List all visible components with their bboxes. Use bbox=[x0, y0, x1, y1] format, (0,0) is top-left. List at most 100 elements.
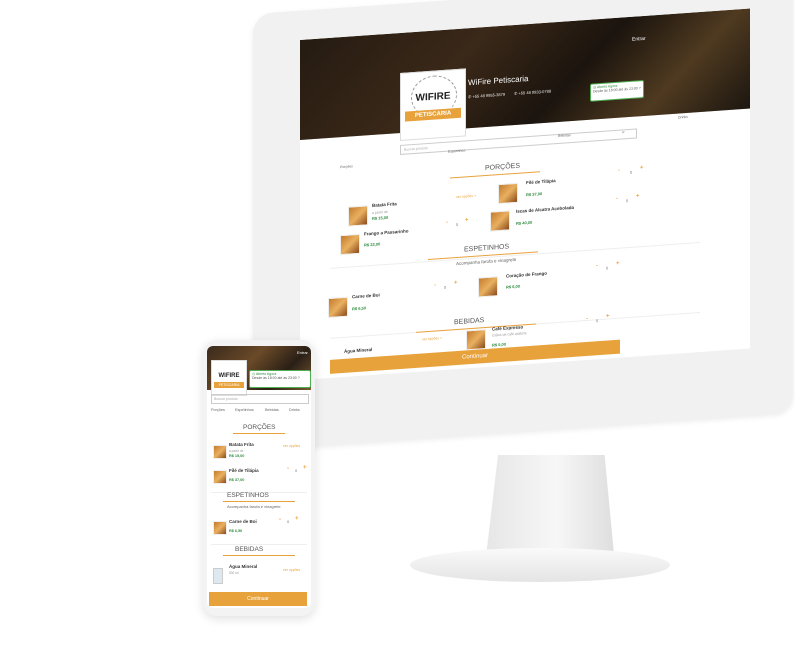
section-underline bbox=[223, 501, 295, 502]
opening-status: ◷ Aberto Agora Desde às 18:00 até às 23:… bbox=[590, 79, 644, 102]
batata-frita-image bbox=[213, 445, 227, 459]
see-options-link[interactable]: ver opções bbox=[283, 568, 300, 572]
iscas-image bbox=[490, 210, 510, 232]
item-name[interactable]: Filé de Tilápia bbox=[229, 468, 259, 473]
mobile-continue-button[interactable]: Continuar bbox=[209, 592, 307, 606]
agua-mineral-image bbox=[213, 568, 223, 584]
tab-espetinhos[interactable]: Espetinhos bbox=[448, 148, 465, 153]
minus-icon[interactable]: - bbox=[616, 196, 618, 202]
item-price: R$ 15,00 bbox=[229, 454, 245, 458]
tab-drinks[interactable]: Drinks bbox=[678, 115, 688, 120]
file-tilapia-image bbox=[498, 182, 518, 205]
item-name[interactable]: Água Mineral bbox=[344, 347, 372, 354]
mobile-section-title-porcoes: PORÇÕES bbox=[243, 424, 276, 431]
minus-icon[interactable]: - bbox=[287, 466, 289, 472]
tab-porcoes[interactable]: Porções bbox=[340, 164, 353, 169]
item-price: R$ 15,00 bbox=[372, 214, 389, 221]
section-underline bbox=[233, 433, 285, 434]
quantity-value: 0 bbox=[456, 221, 459, 228]
item-name[interactable]: Coração de Frango bbox=[506, 271, 547, 279]
batata-frita-image bbox=[348, 205, 368, 227]
plus-icon[interactable]: + bbox=[636, 193, 640, 199]
section-note: Acompanha farofa e vinagrete bbox=[227, 504, 281, 509]
item-name[interactable]: Iscas de Alcatra Acebolada bbox=[516, 205, 574, 214]
item-sub: Grãos de café arábica bbox=[492, 331, 527, 338]
quantity-value: 0 bbox=[287, 519, 290, 524]
item-name[interactable]: Batata Frita bbox=[229, 442, 254, 447]
tab-bebidas[interactable]: Bebidas bbox=[265, 408, 279, 412]
item-name[interactable]: Frango a Passarinho bbox=[364, 228, 409, 236]
minus-icon[interactable]: - bbox=[586, 316, 588, 322]
item-price: R$ 40,00 bbox=[516, 219, 533, 226]
opening-hours: Desde às 18:00 até às 23:00 ? bbox=[252, 376, 300, 380]
logo-ribbon: PETISCARIA bbox=[405, 107, 461, 122]
mobile-search-input[interactable]: Buscar produto bbox=[211, 394, 309, 404]
plus-icon[interactable]: + bbox=[640, 165, 644, 171]
plus-icon[interactable]: + bbox=[616, 261, 620, 267]
section-title-bebidas: BEBIDAS bbox=[454, 317, 485, 327]
login-link[interactable]: Entrar bbox=[632, 36, 646, 43]
item-price: R$ 6,50 bbox=[352, 305, 367, 312]
section-underline bbox=[223, 555, 295, 556]
plus-icon[interactable]: + bbox=[454, 280, 458, 286]
see-options-link[interactable]: ver opções > bbox=[456, 194, 476, 199]
carne-boi-image bbox=[213, 521, 227, 535]
logo-text: WIFIRE bbox=[218, 373, 240, 379]
quantity-value: 0 bbox=[630, 169, 633, 175]
section-divider bbox=[330, 242, 700, 269]
minus-icon[interactable]: - bbox=[279, 517, 281, 523]
item-price: R$ 22,00 bbox=[364, 241, 381, 248]
minus-icon[interactable]: - bbox=[446, 220, 448, 226]
carne-boi-image bbox=[328, 296, 348, 319]
mobile-opening-status: ◷ Aberto Agora Desde às 18:00 até às 23:… bbox=[249, 370, 311, 388]
restaurant-logo: WIFIRE PETISCARIA bbox=[400, 68, 466, 142]
item-name[interactable]: Carne de Boi bbox=[352, 292, 380, 299]
tab-drinks[interactable]: Drinks bbox=[289, 408, 300, 412]
plus-icon[interactable]: + bbox=[295, 516, 299, 522]
quantity-value: 0 bbox=[606, 265, 609, 271]
item-price: R$ 37,00 bbox=[526, 191, 543, 198]
section-underline bbox=[450, 171, 540, 179]
item-name[interactable]: Batata Frita bbox=[372, 201, 397, 208]
mobile-section-title-espetinhos: ESPETINHOS bbox=[227, 492, 269, 499]
quantity-value: 0 bbox=[626, 198, 629, 204]
item-sub: 500 ml bbox=[229, 571, 239, 575]
plus-icon[interactable]: + bbox=[606, 313, 610, 319]
item-name[interactable]: Carne de Boi bbox=[229, 519, 257, 524]
item-name[interactable]: Filé de Tilápia bbox=[526, 178, 556, 185]
logo-text: WIFIRE bbox=[415, 90, 451, 104]
minus-icon[interactable]: - bbox=[434, 282, 436, 288]
monitor-stand-base bbox=[410, 548, 670, 582]
mobile-section-title-bebidas: BEBIDAS bbox=[235, 546, 264, 553]
mobile-login-link[interactable]: Entrar bbox=[297, 350, 308, 355]
mobile-restaurant-logo: WIFIRE PETISCARIA bbox=[211, 360, 247, 396]
desktop-screen: Entrar WIFIRE PETISCARIA WiFire Petiscar… bbox=[300, 8, 750, 381]
tab-espetinhos[interactable]: Espetinhos bbox=[235, 408, 254, 412]
mobile-screen: Entrar WIFIRE PETISCARIA ◷ Aberto Agora … bbox=[207, 346, 311, 608]
search-icon[interactable]: ⌕ bbox=[622, 129, 625, 135]
see-options-link[interactable]: ver opções > bbox=[422, 336, 442, 341]
item-price: R$ 6,00 bbox=[506, 283, 521, 290]
cafe-image bbox=[466, 328, 486, 351]
item-sub: a partir de bbox=[229, 449, 244, 453]
section-title-espetinhos: ESPETINHOS bbox=[464, 243, 510, 254]
see-options-link[interactable]: ver opções bbox=[283, 444, 300, 448]
item-name[interactable]: Água Mineral bbox=[229, 564, 257, 569]
tab-porcoes[interactable]: Porções bbox=[211, 408, 225, 412]
quantity-value: 0 bbox=[295, 468, 298, 473]
section-title-porcoes: PORÇÕES bbox=[485, 162, 521, 173]
minus-icon[interactable]: - bbox=[596, 263, 598, 269]
item-price: R$ 37,00 bbox=[229, 478, 245, 482]
plus-icon[interactable]: + bbox=[465, 217, 469, 223]
logo-ribbon: PETISCARIA bbox=[214, 382, 244, 388]
coracao-image bbox=[478, 276, 498, 298]
frango-image bbox=[340, 233, 360, 256]
minus-icon[interactable]: - bbox=[618, 168, 620, 174]
plus-icon[interactable]: + bbox=[303, 465, 307, 471]
section-divider bbox=[211, 544, 307, 545]
quantity-value: 0 bbox=[596, 318, 599, 324]
file-tilapia-image bbox=[213, 470, 227, 484]
quantity-value: 0 bbox=[444, 284, 447, 290]
item-name[interactable]: Café Expresso bbox=[492, 324, 523, 331]
item-price: R$ 6,50 bbox=[229, 529, 243, 533]
